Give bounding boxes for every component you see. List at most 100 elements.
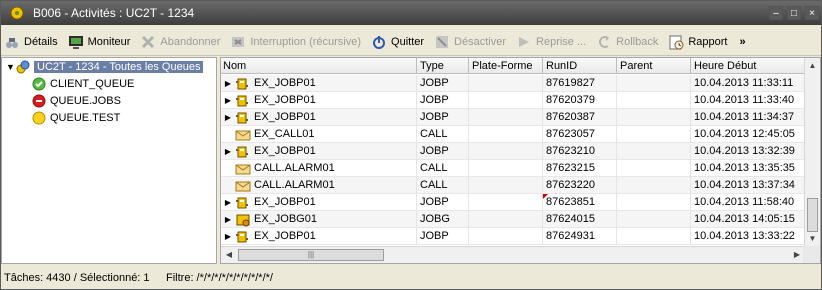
monitor-label: Moniteur xyxy=(87,36,131,48)
scroll-corner xyxy=(803,246,820,263)
status-green-check-icon xyxy=(32,77,46,91)
app-icon xyxy=(9,5,25,21)
expand-triangle-icon[interactable]: ▶ xyxy=(223,75,233,92)
report-icon xyxy=(668,34,684,50)
details-label: Détails xyxy=(24,36,58,48)
horizontal-scrollbar[interactable]: ◀ ||| ▶ xyxy=(221,246,805,263)
vertical-scroll-thumb[interactable] xyxy=(807,198,818,232)
column-header-parent[interactable]: Parent xyxy=(617,58,691,74)
jobp-icon xyxy=(235,94,251,108)
column-header-runid[interactable]: RunID xyxy=(543,58,617,74)
jobp-icon xyxy=(235,77,251,91)
cell-start-time: 10.04.2013 11:33:40 xyxy=(691,92,805,109)
deactivate-icon xyxy=(434,34,450,50)
runid-value: 87623215 xyxy=(546,162,595,174)
queue-tree[interactable]: ▼ UC2T - 1234 - Toutes les Queues CLIENT… xyxy=(1,57,217,264)
cell-start-time: 10.04.2013 13:33:22 xyxy=(691,228,805,245)
row-name: EX_JOBP01 xyxy=(254,111,316,123)
queue-group-icon xyxy=(16,60,30,74)
cell-platform xyxy=(469,92,543,109)
table-row[interactable]: EX_CALL01 CALL 87623057 10.04.2013 12:45… xyxy=(221,126,805,143)
cell-type: CALL xyxy=(417,160,469,177)
tree-root-item[interactable]: ▼ UC2T - 1234 - Toutes les Queues xyxy=(6,59,204,75)
monitor-button[interactable]: Moniteur xyxy=(65,31,134,53)
call-envelope-icon xyxy=(235,179,251,193)
column-header-type[interactable]: Type xyxy=(417,58,469,74)
collapse-triangle-icon[interactable]: ▼ xyxy=(6,62,16,72)
table-header: Nom Type Plate-Forme RunID Parent Heure … xyxy=(221,58,805,74)
interrupt-button[interactable]: Interruption (récursive) xyxy=(227,31,364,53)
status-red-stop-icon xyxy=(32,94,46,108)
column-header-name[interactable]: Nom xyxy=(221,58,417,74)
restart-button[interactable]: Reprise ... xyxy=(513,31,589,53)
table-body: ▶ EX_JOBP01 JOBP 87619827 10.04.2013 11:… xyxy=(221,75,805,245)
cell-start-time: 10.04.2013 12:45:05 xyxy=(691,126,805,143)
cell-name: ▶ EX_JOBP01 xyxy=(221,143,417,160)
toolbar-overflow-button[interactable]: » xyxy=(736,31,748,53)
expand-triangle-icon[interactable]: ▶ xyxy=(223,143,233,160)
table-row[interactable]: ▶ EX_JOBP01 JOBP 87624931 10.04.2013 13:… xyxy=(221,228,805,245)
expand-triangle-icon[interactable]: ▶ xyxy=(223,92,233,109)
expand-triangle-icon[interactable]: ▶ xyxy=(223,228,233,245)
maximize-icon[interactable]: □ xyxy=(787,6,801,20)
interrupt-icon xyxy=(230,34,246,50)
column-header-platform[interactable]: Plate-Forme xyxy=(469,58,543,74)
row-name: EX_JOBG01 xyxy=(254,213,317,225)
cell-parent xyxy=(617,211,691,228)
cell-runid: 87619827 xyxy=(543,75,617,92)
quit-button[interactable]: Quitter xyxy=(368,31,427,53)
expand-triangle-icon[interactable]: ▶ xyxy=(223,211,233,228)
cell-start-time: 10.04.2013 13:35:35 xyxy=(691,160,805,177)
row-name: EX_JOBP01 xyxy=(254,145,316,157)
scroll-left-icon[interactable]: ◀ xyxy=(221,247,237,263)
details-button[interactable]: Détails xyxy=(1,31,61,53)
activities-table[interactable]: Nom Type Plate-Forme RunID Parent Heure … xyxy=(220,57,821,264)
toolbar: Détails Moniteur Abandonner Interruption… xyxy=(1,29,821,56)
report-label: Rapport xyxy=(688,36,728,48)
cell-name: CALL.ALARM01 xyxy=(221,177,417,194)
abandon-button[interactable]: Abandonner xyxy=(137,31,223,53)
runid-value: 87619827 xyxy=(546,77,595,89)
rollback-button[interactable]: Rollback xyxy=(593,31,661,53)
minimize-icon[interactable]: – xyxy=(769,6,783,20)
table-row[interactable]: ▶ EX_JOBP01 JOBP 87623851 10.04.2013 11:… xyxy=(221,194,805,211)
table-row[interactable]: ▶ EX_JOBP01 JOBP 87620387 10.04.2013 11:… xyxy=(221,109,805,126)
table-row[interactable]: CALL.ALARM01 CALL 87623220 10.04.2013 13… xyxy=(221,177,805,194)
tree-item-client-queue[interactable]: CLIENT_QUEUE xyxy=(32,76,134,92)
column-header-start-time[interactable]: Heure Début xyxy=(691,58,805,74)
runid-value: 87620379 xyxy=(546,94,595,106)
deactivate-button[interactable]: Désactiver xyxy=(431,31,509,53)
interrupt-label: Interruption (récursive) xyxy=(250,36,362,48)
vertical-scrollbar[interactable]: ▲ ▼ xyxy=(804,58,820,247)
cell-runid: 87623851 xyxy=(543,194,617,211)
cell-runid: 87620387 xyxy=(543,109,617,126)
rollback-label: Rollback xyxy=(616,36,659,48)
tree-item-queue-test[interactable]: QUEUE.TEST xyxy=(32,110,120,126)
cell-start-time: 10.04.2013 11:33:11 xyxy=(691,75,805,92)
cell-platform xyxy=(469,75,543,92)
horizontal-scroll-thumb[interactable]: ||| xyxy=(238,249,384,261)
table-row[interactable]: ▶ EX_JOBP01 JOBP 87620379 10.04.2013 11:… xyxy=(221,92,805,109)
expand-triangle-icon[interactable]: ▶ xyxy=(223,109,233,126)
report-button[interactable]: Rapport xyxy=(665,31,730,53)
cell-type: JOBP xyxy=(417,92,469,109)
title-bar[interactable]: B006 - Activités : UC2T - 1234 – □ × xyxy=(1,1,821,25)
cell-platform xyxy=(469,143,543,160)
cell-parent xyxy=(617,160,691,177)
table-row[interactable]: ▶ EX_JOBP01 JOBP 87619827 10.04.2013 11:… xyxy=(221,75,805,92)
expand-triangle-icon[interactable]: ▶ xyxy=(223,194,233,211)
table-row[interactable]: ▶ EX_JOBP01 JOBP 87623210 10.04.2013 13:… xyxy=(221,143,805,160)
scroll-down-icon[interactable]: ▼ xyxy=(805,231,820,247)
close-icon[interactable]: × xyxy=(805,6,819,20)
activities-window: B006 - Activités : UC2T - 1234 – □ × Dét… xyxy=(0,0,822,290)
cell-name: ▶ EX_JOBP01 xyxy=(221,75,417,92)
cell-platform xyxy=(469,211,543,228)
cell-runid: 87624931 xyxy=(543,228,617,245)
table-row[interactable]: CALL.ALARM01 CALL 87623215 10.04.2013 13… xyxy=(221,160,805,177)
table-row[interactable]: ▶ EX_JOBG01 JOBG 87624015 10.04.2013 14:… xyxy=(221,211,805,228)
cell-type: JOBP xyxy=(417,194,469,211)
abandon-label: Abandonner xyxy=(160,36,221,48)
tree-item-queue-jobs[interactable]: QUEUE.JOBS xyxy=(32,93,121,109)
cell-parent xyxy=(617,194,691,211)
scroll-up-icon[interactable]: ▲ xyxy=(805,58,820,74)
